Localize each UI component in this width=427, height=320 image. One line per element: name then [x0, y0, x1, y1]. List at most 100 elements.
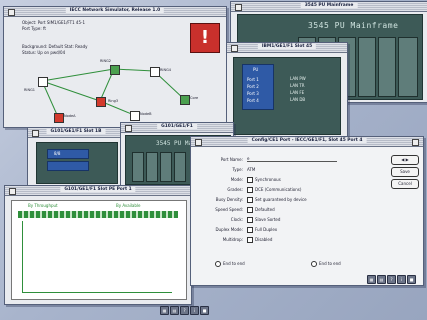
port-label[interactable]: Port 4	[247, 98, 259, 103]
close-box-icon[interactable]	[125, 125, 132, 132]
port-strip[interactable]	[47, 161, 89, 171]
mainframe-titlebar[interactable]: 3545 PU Mainframe	[231, 2, 427, 12]
field-value: Disabled	[255, 237, 273, 242]
end-to-end-label: End to end	[319, 261, 341, 266]
speed-checkbox[interactable]	[247, 207, 253, 213]
density-checkbox[interactable]	[247, 197, 253, 203]
network-node[interactable]	[38, 77, 48, 87]
graph-titlebar[interactable]: G101/GE1/F1 Slot PE Port 1	[5, 186, 191, 196]
port-strip[interactable]: 8/8	[47, 149, 89, 159]
zoom-box-icon[interactable]	[412, 139, 419, 146]
grid-icon[interactable]: ▦	[367, 275, 376, 284]
network-node[interactable]	[150, 67, 160, 77]
mode-checkbox[interactable]	[247, 177, 253, 183]
g101-titlebar[interactable]: G101/GE1/F1	[121, 123, 233, 133]
network-node[interactable]	[130, 111, 140, 121]
field-label: Grades:	[227, 187, 243, 192]
arrow-buttons[interactable]: ◀ ▶	[391, 155, 419, 165]
card-label: PU	[253, 67, 259, 72]
duplex-checkbox[interactable]	[247, 227, 253, 233]
help-icon[interactable]: ?	[180, 306, 189, 315]
grades-checkbox[interactable]	[247, 187, 253, 193]
slot-card[interactable]	[174, 152, 186, 182]
print-icon[interactable]: ▤	[170, 306, 179, 315]
slot-card[interactable]	[160, 152, 172, 182]
window-title: G101/GE1/F1 Slot PE Port 1	[60, 187, 136, 192]
window-title: Config/CE1 Port - IECC/GE1/F1, Slot 45 P…	[247, 138, 367, 143]
close-box-icon[interactable]	[8, 9, 15, 16]
node-label: RING4	[160, 68, 172, 72]
clock-checkbox[interactable]	[247, 217, 253, 223]
graph-area[interactable]: By Throughput By Available	[11, 200, 187, 300]
cancel-button[interactable]: Cancel	[391, 179, 419, 189]
node-label: NodeB	[140, 112, 152, 116]
field-label: Clock:	[230, 217, 243, 222]
graph-label-left: By Throughput	[28, 203, 58, 208]
field-value: ATM	[247, 167, 256, 172]
port-label[interactable]: Port 1	[247, 77, 259, 82]
config-titlebar[interactable]: Config/CE1 Port - IECC/GE1/F1, Slot 45 P…	[191, 137, 423, 147]
field-label: Busy Density:	[215, 197, 243, 202]
alert-icon[interactable]: !	[190, 23, 220, 53]
network-node[interactable]	[180, 95, 190, 105]
node-label: Core	[190, 96, 199, 100]
slot-1b-chassis: 8/8	[36, 142, 118, 184]
slot-card[interactable]	[146, 152, 158, 182]
window-title: 3545 PU Mainframe	[300, 3, 358, 8]
slot-card[interactable]	[378, 37, 396, 97]
field-label: Type:	[232, 167, 243, 172]
node-label: RING1	[24, 88, 36, 92]
window-title: IBM1/GE1/F1 Slot 45	[257, 44, 317, 49]
port-rate: LAN FE	[290, 90, 305, 95]
network-map[interactable]: RING1 RING2 Ring3 RING4 NodeA NodeB Core	[14, 59, 214, 123]
field-label: Duplex Mode:	[215, 227, 243, 232]
end-to-end-radio[interactable]	[311, 261, 317, 267]
port-label[interactable]: Port 3	[247, 91, 259, 96]
info-icon[interactable]: i	[397, 275, 406, 284]
graph-toolbar: ▦ ▤ ? i ■	[160, 306, 209, 315]
lock-icon[interactable]: ■	[407, 275, 416, 284]
field-value: Synchronous	[255, 177, 281, 182]
port-config-window[interactable]: Config/CE1 Port - IECC/GE1/F1, Slot 45 P…	[190, 136, 424, 286]
close-box-icon[interactable]	[32, 130, 39, 137]
save-button[interactable]: Save	[391, 167, 419, 177]
field-label: Mode:	[230, 177, 243, 182]
info-icon[interactable]: i	[190, 306, 199, 315]
node-label: NodeA	[64, 114, 76, 118]
throughput-graph-window[interactable]: G101/GE1/F1 Slot PE Port 1 By Throughput…	[4, 185, 192, 305]
slot-1b-window[interactable]: G101/GE1/F1 Slot 1B 8/8	[27, 127, 125, 189]
network-node[interactable]	[110, 65, 120, 75]
help-icon[interactable]: ?	[387, 275, 396, 284]
slot-1b-titlebar[interactable]: G101/GE1/F1 Slot 1B	[28, 128, 124, 138]
field-value: Full Duplex	[255, 227, 278, 232]
print-icon[interactable]: ▤	[377, 275, 386, 284]
slot-detail-window[interactable]: IBM1/GE1/F1 Slot 45 PU Port 1 Port 2 Por…	[226, 42, 348, 142]
slot-card[interactable]	[358, 37, 376, 97]
multidrop-checkbox[interactable]	[247, 237, 253, 243]
port-card[interactable]: PU Port 1 Port 2 Port 3 Port 4	[242, 64, 274, 110]
field-value: Set guaranteed by device	[255, 197, 307, 202]
lock-icon[interactable]: ■	[200, 306, 209, 315]
graph-axis	[22, 221, 23, 293]
close-box-icon[interactable]	[235, 4, 242, 11]
network-node[interactable]	[54, 113, 64, 123]
slot-card[interactable]	[398, 37, 418, 97]
port-rate: LAN DB	[290, 97, 306, 102]
slot-titlebar[interactable]: IBM1/GE1/F1 Slot 45	[227, 43, 347, 53]
port-label[interactable]: Port 2	[247, 84, 259, 89]
network-node[interactable]	[96, 97, 106, 107]
field-value: DCE (Communications)	[255, 187, 302, 192]
field-label: Speed Speed:	[215, 207, 243, 212]
field-value: Defaulted	[255, 207, 275, 212]
port-name-input[interactable]: e	[247, 156, 337, 162]
end-to-end-radio[interactable]	[215, 261, 221, 267]
network-simulator-window[interactable]: IECC Network Simulator, Release 1.0 Obje…	[3, 6, 227, 128]
grid-icon[interactable]: ▦	[160, 306, 169, 315]
window-title: G101/GE1/F1	[157, 124, 197, 129]
close-box-icon[interactable]	[231, 45, 238, 52]
close-box-icon[interactable]	[9, 188, 16, 195]
slot-card[interactable]	[132, 152, 144, 182]
simulator-titlebar[interactable]: IECC Network Simulator, Release 1.0	[4, 7, 226, 17]
field-label: Port Name:	[220, 157, 243, 162]
close-box-icon[interactable]	[195, 139, 202, 146]
